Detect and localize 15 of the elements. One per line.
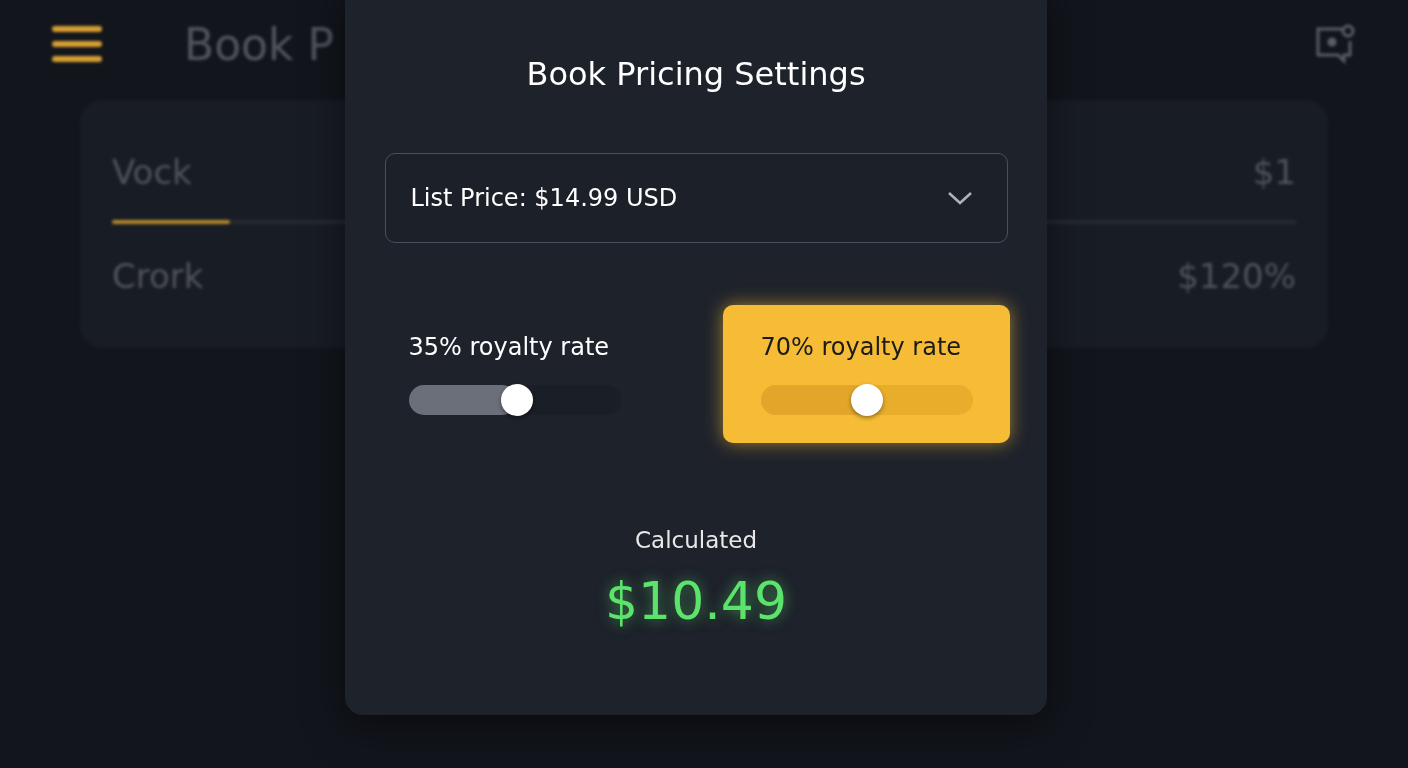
royalty-option[interactable]: 70% royalty rate (722, 305, 1010, 443)
price-dropdown[interactable]: List Price: $14.99 USD (384, 153, 1008, 243)
slider-thumb[interactable] (850, 384, 883, 416)
menu-icon[interactable] (52, 25, 102, 63)
result-label: Calculated (635, 527, 757, 553)
slider-thumb[interactable] (500, 384, 533, 416)
option-label: 70% royalty rate (760, 333, 963, 361)
option-label: 35% royalty rate (408, 333, 611, 361)
result-value: $10.49 (605, 571, 787, 631)
chevron-down-icon (946, 190, 973, 206)
slider-track[interactable] (760, 385, 973, 415)
slider-track[interactable] (408, 385, 621, 415)
page-title: Book P (184, 18, 336, 70)
royalty-option[interactable]: 35% royalty rate (384, 305, 659, 443)
dialog-title: Book Pricing Settings (526, 55, 866, 93)
